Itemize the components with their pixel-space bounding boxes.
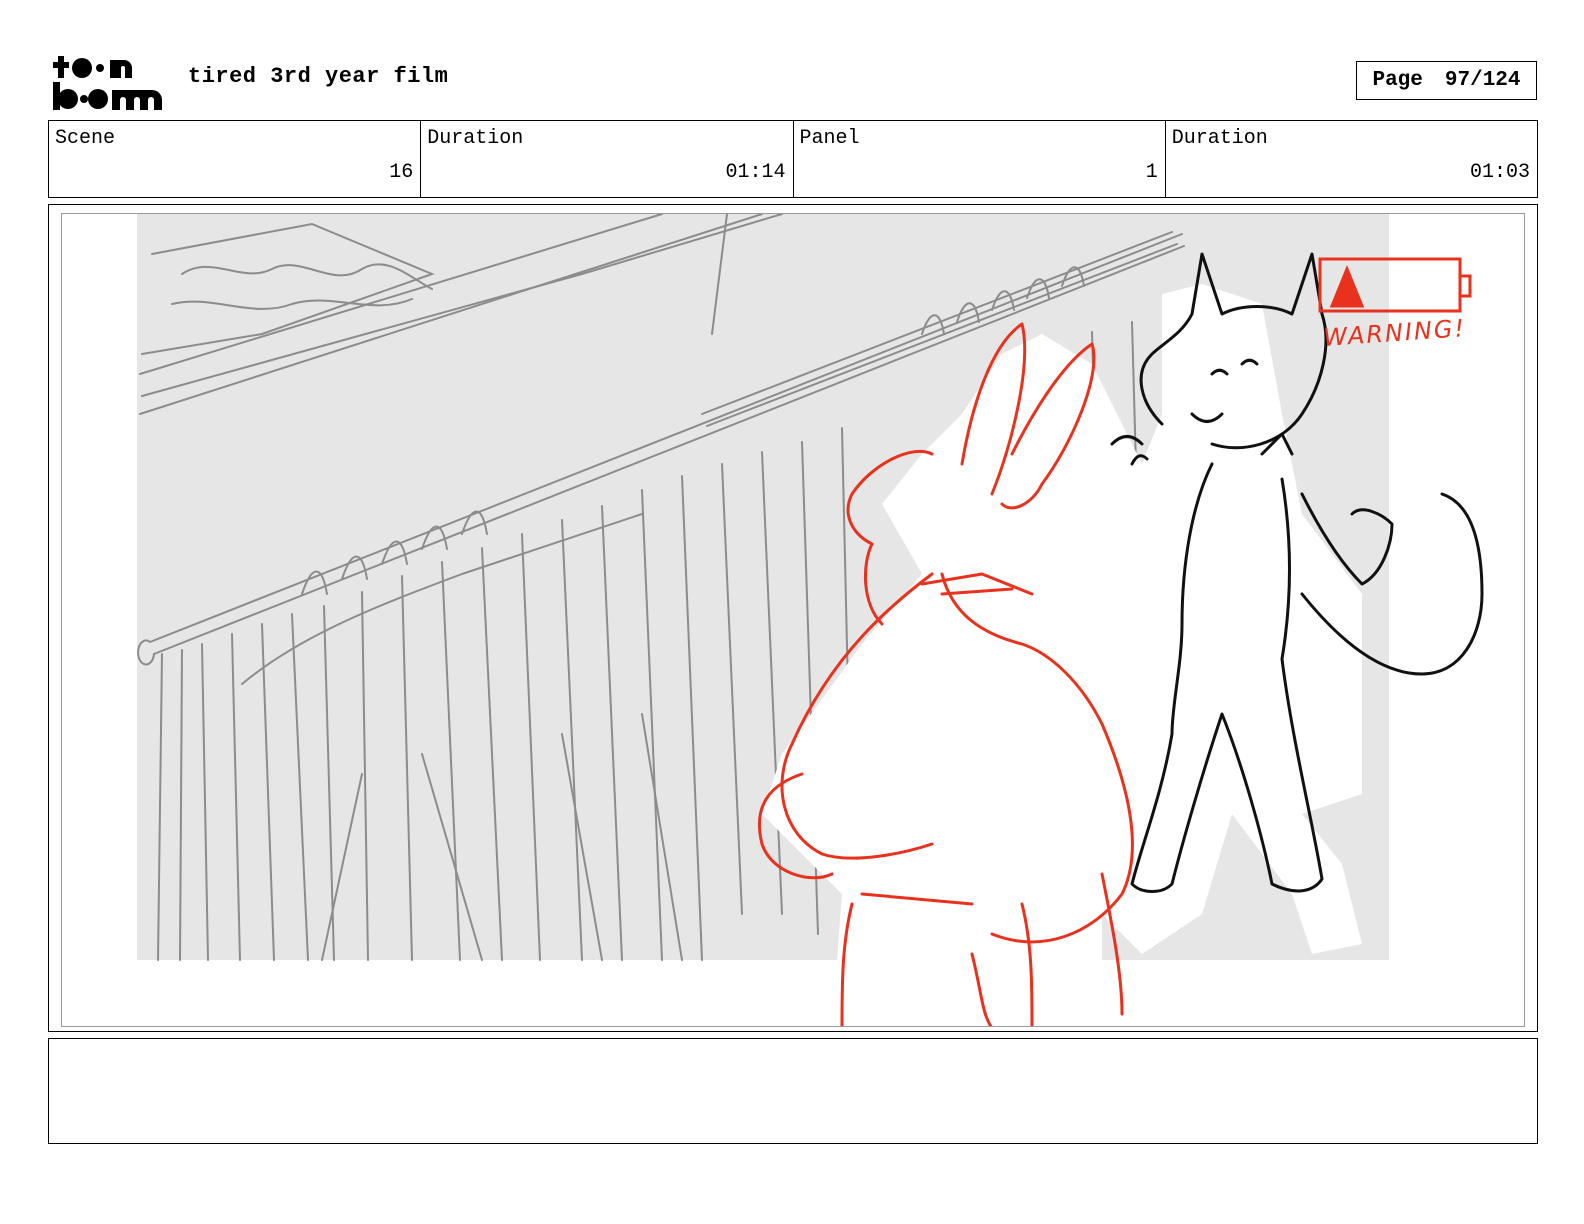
panel-notes-box[interactable]: [48, 1038, 1538, 1144]
panel-label: Panel: [799, 127, 860, 150]
panel-duration-label: Duration: [1171, 127, 1268, 150]
scene-duration-value: 01:14: [725, 161, 786, 184]
scene-duration-label: Duration: [427, 127, 524, 150]
panel-duration-cell: Duration 01:03: [1166, 121, 1537, 197]
scene-value: 16: [389, 161, 414, 184]
panel-value: 1: [1145, 161, 1158, 184]
scene-duration-cell: Duration 01:14: [421, 121, 794, 197]
page-number: 97/124: [1444, 69, 1521, 92]
storyboard-panel: WARNING!: [48, 204, 1538, 1032]
scene-cell: Scene 16: [49, 121, 422, 197]
scene-info-table: Scene 16 Duration 01:14 Panel 1 Duration…: [48, 120, 1538, 198]
panel-safe-area: WARNING!: [61, 213, 1525, 1027]
toonboom-logo: [53, 56, 162, 110]
panel-duration-value: 01:03: [1469, 161, 1530, 184]
scene-label: Scene: [55, 127, 116, 150]
panel-drawing: WARNING!: [137, 214, 1484, 1026]
page-label: Page: [1372, 69, 1423, 92]
panel-cell: Panel 1: [794, 121, 1166, 197]
project-title: tired 3rd year film: [188, 64, 449, 89]
page-indicator: Page 97/124: [1356, 61, 1537, 100]
